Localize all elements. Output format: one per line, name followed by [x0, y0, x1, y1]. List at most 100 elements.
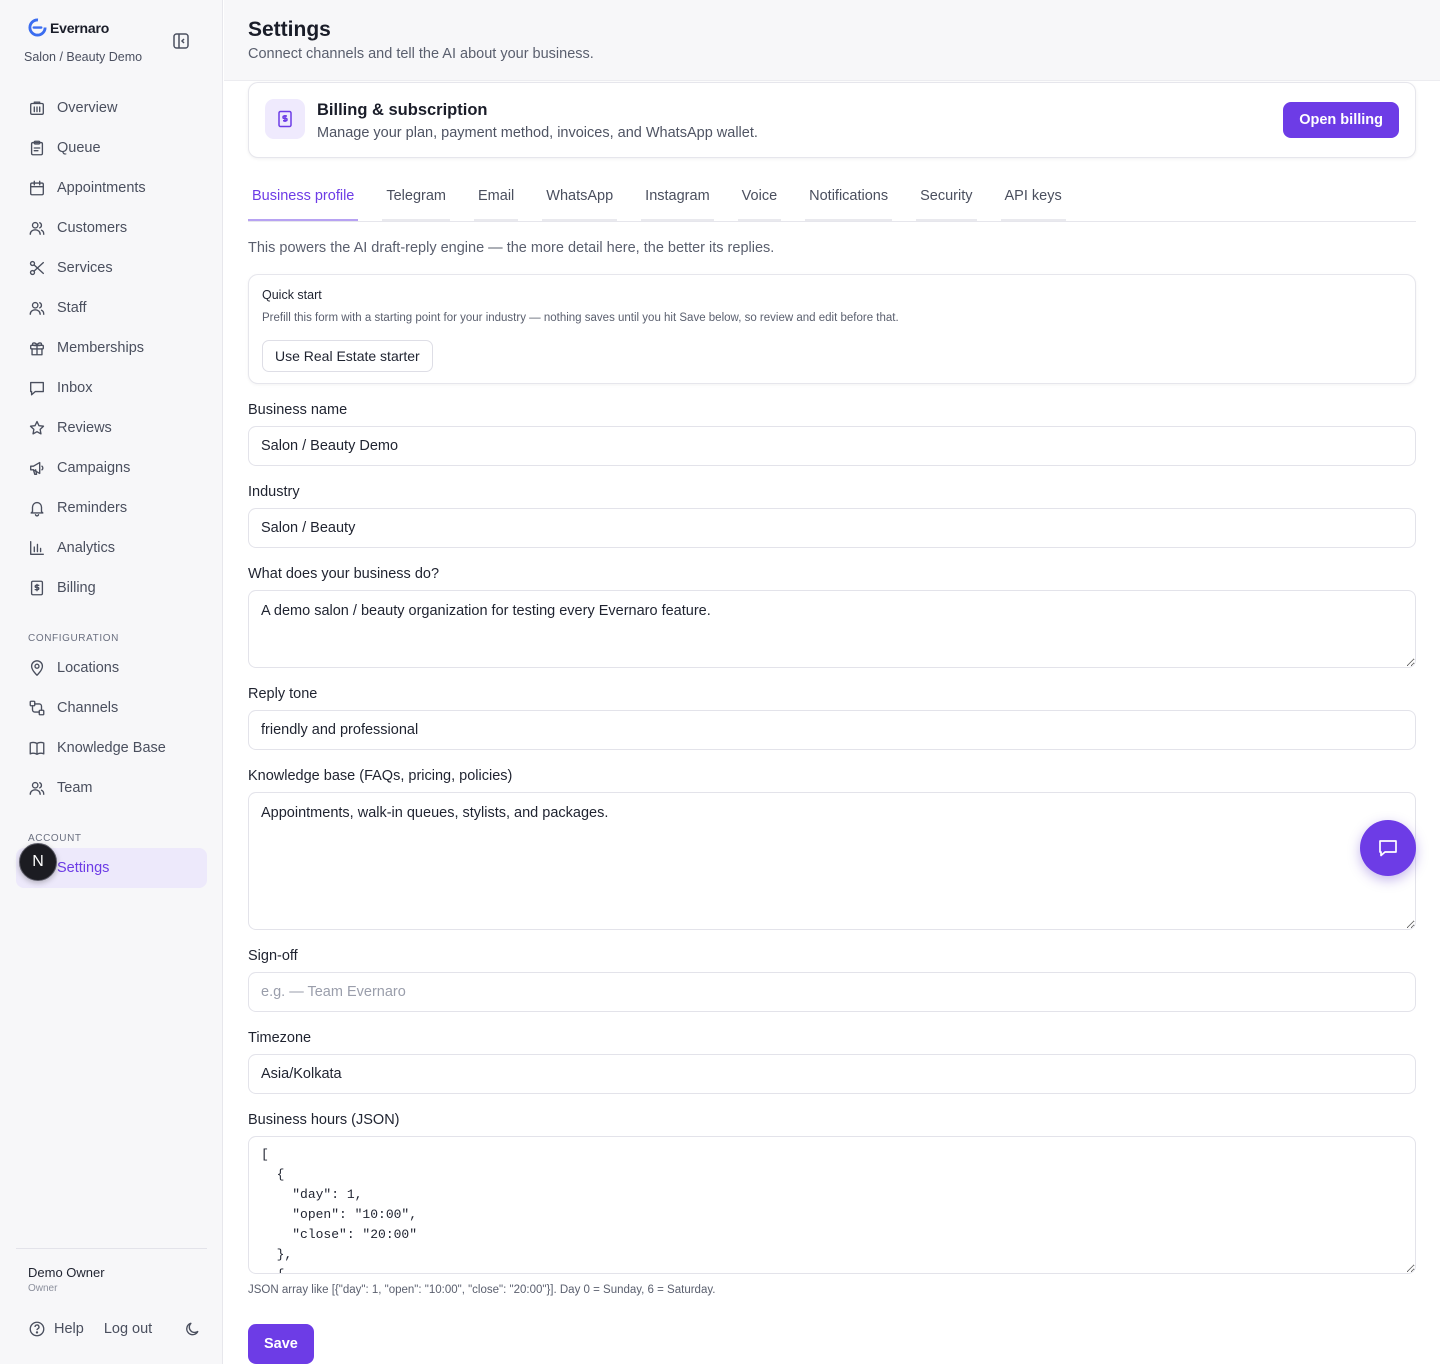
billing-description: Manage your plan, payment method, invoic…: [317, 125, 758, 141]
sidebar-item-customers[interactable]: Customers: [16, 208, 207, 248]
quick-start-card: Quick start Prefill this form with a sta…: [248, 274, 1416, 384]
sidebar-item-label: Reviews: [57, 420, 112, 436]
business-hours-label: Business hours (JSON): [248, 1112, 400, 1128]
sidebar-nav: Overview Queue Appointments Customers Servic…: [16, 88, 207, 888]
industry-label: Industry: [248, 484, 300, 500]
gift-icon: [30, 342, 44, 356]
sidebar-item-label: Inbox: [57, 380, 93, 396]
tab-voice[interactable]: Voice: [737, 180, 782, 221]
sidebar-item-services[interactable]: Services: [16, 248, 207, 288]
industry-input[interactable]: [248, 508, 1416, 548]
sidebar-item-label: Analytics: [57, 540, 116, 556]
business-hours-hint: JSON array like [{"day": 1, "open": "10:…: [248, 1284, 716, 1296]
timezone-input[interactable]: [248, 1054, 1416, 1094]
billing-title: Billing & subscription: [317, 101, 488, 119]
sidebar-item-reminders[interactable]: Reminders: [16, 488, 207, 528]
knowledge-base-label: Knowledge base (FAQs, pricing, policies): [248, 768, 513, 784]
sidebar-item-label: Appointments: [57, 180, 146, 196]
sidebar-item-label: Memberships: [57, 340, 145, 356]
sidebar-item-reviews[interactable]: Reviews: [16, 408, 207, 448]
sign-off-input[interactable]: [248, 972, 1416, 1012]
sidebar-item-queue[interactable]: Queue: [16, 128, 207, 168]
logout-link[interactable]: Log out: [104, 1321, 152, 1337]
sidebar-item-team[interactable]: Team: [16, 768, 207, 808]
description-textarea[interactable]: A demo salon / beauty organization for t…: [248, 590, 1416, 668]
sidebar-item-appointments[interactable]: Appointments: [16, 168, 207, 208]
page-header: Settings Connect channels and tell the A…: [224, 0, 1440, 81]
reply-tone-label: Reply tone: [248, 686, 318, 702]
helper-text: This powers the AI draft-reply engine — …: [248, 240, 775, 256]
sidebar-item-label: Reminders: [57, 500, 128, 516]
sign-off-label: Sign-off: [248, 948, 298, 964]
sidebar-item-label: Overview: [57, 100, 118, 116]
sidebar-item-inbox[interactable]: Inbox: [16, 368, 207, 408]
sidebar-item-label: Customers: [57, 220, 128, 236]
sidebar-item-label: Settings: [57, 860, 110, 876]
main-content: Settings Connect channels and tell the A…: [224, 0, 1440, 1364]
sidebar-item-label: Campaigns: [57, 460, 131, 476]
business-name-label: Business name: [248, 402, 348, 418]
sidebar-item-memberships[interactable]: Memberships: [16, 328, 207, 368]
sidebar-item-label: Billing: [57, 580, 96, 596]
timezone-label: Timezone: [248, 1030, 312, 1046]
tab-email[interactable]: Email: [474, 180, 519, 221]
building-icon: [30, 101, 44, 115]
bell-icon: [30, 501, 44, 517]
page-subtitle: Connect channels and tell the AI about y…: [248, 46, 594, 62]
billing-card: Billing & subscription Manage your plan,…: [248, 82, 1416, 158]
book-open-icon: [29, 741, 45, 755]
sidebar-item-campaigns[interactable]: Campaigns: [16, 448, 207, 488]
sidebar-item-analytics[interactable]: Analytics: [16, 528, 207, 568]
clipboard-icon: [30, 140, 44, 156]
tab-business-profile[interactable]: Business profile: [248, 180, 359, 221]
quick-start-title: Quick start: [262, 288, 322, 302]
sidebar-item-channels[interactable]: Channels: [16, 688, 207, 728]
help-label: Help: [54, 1321, 84, 1337]
workflow-icon: [29, 700, 45, 716]
map-pin-icon: [30, 660, 44, 676]
tab-whatsapp[interactable]: WhatsApp: [542, 180, 618, 221]
sidebar-item-overview[interactable]: Overview: [16, 88, 207, 128]
scissors-icon: [29, 260, 44, 276]
business-hours-textarea[interactable]: [ { "day": 1, "open": "10:00", "close": …: [248, 1136, 1416, 1274]
knowledge-base-textarea[interactable]: Appointments, walk-in queues, stylists, …: [248, 792, 1416, 930]
business-name-input[interactable]: [248, 426, 1416, 466]
bar-chart-icon: [30, 541, 44, 555]
users-icon: [29, 781, 45, 795]
tab-telegram[interactable]: Telegram: [382, 180, 450, 221]
receipt-icon: [265, 99, 305, 139]
help-circle-icon: [29, 1321, 45, 1337]
tab-notifications[interactable]: Notifications: [805, 180, 893, 221]
reply-tone-input[interactable]: [248, 710, 1416, 750]
sidebar-item-label: Team: [57, 780, 93, 796]
org-name: Salon / Beauty Demo: [24, 50, 143, 64]
users-icon: [29, 221, 45, 235]
chat-launcher-button[interactable]: [1360, 820, 1416, 876]
quick-start-description: Prefill this form with a starting point …: [262, 312, 899, 324]
sidebar: Evernaro Salon / Beauty Demo Overview Que…: [0, 0, 223, 1364]
help-link[interactable]: Help: [28, 1320, 84, 1338]
message-square-icon: [1379, 840, 1397, 857]
sidebar-item-knowledge-base[interactable]: Knowledge Base: [16, 728, 207, 768]
nav-section-label: ACCOUNT: [28, 833, 82, 844]
receipt-icon: [30, 580, 44, 596]
brand[interactable]: Evernaro: [28, 18, 109, 37]
use-starter-button[interactable]: Use Real Estate starter: [262, 340, 433, 372]
settings-tabs: Business profile Telegram Email WhatsApp Ins…: [248, 180, 1416, 222]
save-button[interactable]: Save: [248, 1324, 314, 1364]
sidebar-item-label: Locations: [57, 660, 120, 676]
open-billing-button[interactable]: Open billing: [1283, 102, 1399, 138]
star-icon: [29, 420, 45, 435]
sidebar-item-billing[interactable]: Billing: [16, 568, 207, 608]
tab-instagram[interactable]: Instagram: [641, 180, 714, 221]
sidebar-collapse-icon[interactable]: [171, 31, 191, 51]
message-square-icon: [30, 381, 44, 396]
moon-icon[interactable]: [184, 1320, 202, 1338]
tab-security[interactable]: Security: [916, 180, 977, 221]
brand-name: Evernaro: [50, 19, 110, 36]
avatar[interactable]: N: [19, 843, 57, 881]
sidebar-item-label: Services: [57, 260, 113, 276]
sidebar-item-locations[interactable]: Locations: [16, 648, 207, 688]
tab-api-keys[interactable]: API keys: [1000, 180, 1066, 221]
sidebar-item-staff[interactable]: Staff: [16, 288, 207, 328]
